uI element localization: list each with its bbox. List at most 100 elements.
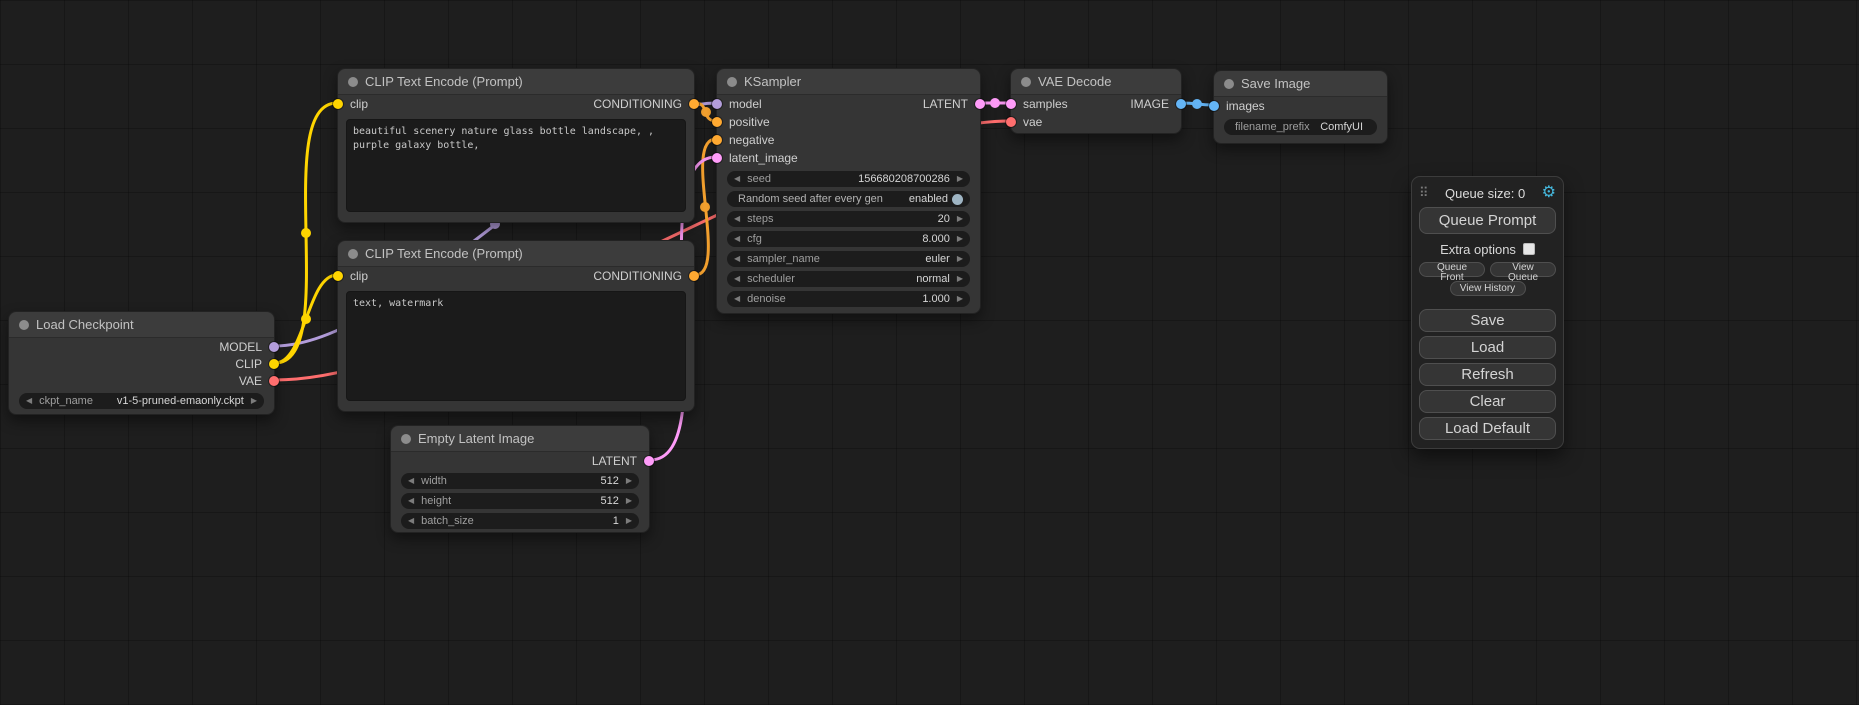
node-titlebar[interactable]: KSampler — [717, 69, 980, 95]
increment-arrow-icon[interactable]: ▶ — [957, 215, 963, 223]
node-clip-text-encode-positive[interactable]: CLIP Text Encode (Prompt) clip CONDITION… — [337, 68, 695, 223]
collapse-dot-icon[interactable] — [401, 434, 411, 444]
random-seed-toggle-widget[interactable]: Random seed after every gen enabled — [727, 191, 970, 207]
slot-row: images — [1214, 97, 1387, 115]
negative-input-slot[interactable] — [712, 135, 722, 145]
widget-value: 1.000 — [922, 293, 950, 305]
decrement-arrow-icon[interactable]: ◀ — [26, 397, 32, 405]
node-titlebar[interactable]: CLIP Text Encode (Prompt) — [338, 241, 694, 267]
collapse-dot-icon[interactable] — [727, 77, 737, 87]
view-queue-button[interactable]: View Queue — [1490, 262, 1556, 277]
link-clip-negative-midpoint-dot — [301, 314, 311, 324]
node-ksampler[interactable]: KSampler model LATENT positive negative … — [716, 68, 981, 314]
widget-value: 512 — [600, 495, 618, 507]
collapse-dot-icon[interactable] — [348, 77, 358, 87]
collapse-dot-icon[interactable] — [19, 320, 29, 330]
decrement-arrow-icon[interactable]: ◀ — [734, 295, 740, 303]
increment-arrow-icon[interactable]: ▶ — [626, 517, 632, 525]
positive-input-slot[interactable] — [712, 117, 722, 127]
node-title: CLIP Text Encode (Prompt) — [365, 74, 523, 89]
samples-input-slot[interactable] — [1006, 99, 1016, 109]
width-widget[interactable]: ◀ width 512 ▶ — [401, 473, 639, 489]
widget-label: filename_prefix — [1235, 121, 1310, 133]
increment-arrow-icon[interactable]: ▶ — [251, 397, 257, 405]
batch-size-widget[interactable]: ◀ batch_size 1 ▶ — [401, 513, 639, 529]
increment-arrow-icon[interactable]: ▶ — [957, 235, 963, 243]
queue-prompt-button[interactable]: Queue Prompt — [1419, 207, 1556, 234]
model-output-slot[interactable] — [269, 342, 279, 352]
clip-input-slot[interactable] — [333, 271, 343, 281]
vae-output-slot[interactable] — [269, 376, 279, 386]
node-titlebar[interactable]: Load Checkpoint — [9, 312, 274, 338]
widget-label: steps — [747, 213, 773, 225]
cfg-widget[interactable]: ◀ cfg 8.000 ▶ — [727, 231, 970, 247]
latent-output-slot[interactable] — [975, 99, 985, 109]
steps-widget[interactable]: ◀ steps 20 ▶ — [727, 211, 970, 227]
images-input-slot[interactable] — [1209, 101, 1219, 111]
node-vae-decode[interactable]: VAE Decode samples IMAGE vae — [1010, 68, 1182, 134]
denoise-widget[interactable]: ◀ denoise 1.000 ▶ — [727, 291, 970, 307]
decrement-arrow-icon[interactable]: ◀ — [734, 175, 740, 183]
collapse-dot-icon[interactable] — [1224, 79, 1234, 89]
widget-label: height — [421, 495, 451, 507]
increment-arrow-icon[interactable]: ▶ — [626, 497, 632, 505]
node-title: Empty Latent Image — [418, 431, 534, 446]
decrement-arrow-icon[interactable]: ◀ — [734, 255, 740, 263]
node-titlebar[interactable]: Empty Latent Image — [391, 426, 649, 452]
image-output-slot[interactable] — [1176, 99, 1186, 109]
slot-row: samples IMAGE — [1011, 95, 1181, 113]
node-empty-latent-image[interactable]: Empty Latent Image LATENT ◀ width 512 ▶ … — [390, 425, 650, 533]
node-titlebar[interactable]: CLIP Text Encode (Prompt) — [338, 69, 694, 95]
increment-arrow-icon[interactable]: ▶ — [957, 175, 963, 183]
increment-arrow-icon[interactable]: ▶ — [957, 295, 963, 303]
conditioning-output-slot[interactable] — [689, 99, 699, 109]
save-button[interactable]: Save — [1419, 309, 1556, 332]
load-default-button[interactable]: Load Default — [1419, 417, 1556, 440]
decrement-arrow-icon[interactable]: ◀ — [734, 215, 740, 223]
latent-output-slot[interactable] — [644, 456, 654, 466]
decrement-arrow-icon[interactable]: ◀ — [408, 517, 414, 525]
view-history-button[interactable]: View History — [1450, 281, 1526, 296]
vae-input-slot[interactable] — [1006, 117, 1016, 127]
node-clip-text-encode-negative[interactable]: CLIP Text Encode (Prompt) clip CONDITION… — [337, 240, 695, 412]
model-input-slot[interactable] — [712, 99, 722, 109]
clip-input-slot[interactable] — [333, 99, 343, 109]
node-save-image[interactable]: Save Image images filename_prefix ComfyU… — [1213, 70, 1388, 144]
positive-prompt-textarea[interactable]: beautiful scenery nature glass bottle la… — [346, 119, 686, 212]
clip-output-slot[interactable] — [269, 359, 279, 369]
toggle-knob[interactable] — [952, 194, 963, 205]
ckpt-name-widget[interactable]: ◀ ckpt_name v1-5-pruned-emaonly.ckpt ▶ — [19, 393, 264, 409]
sampler-name-widget[interactable]: ◀ sampler_name euler ▶ — [727, 251, 970, 267]
refresh-button[interactable]: Refresh — [1419, 363, 1556, 386]
conditioning-output-slot[interactable] — [689, 271, 699, 281]
clear-button[interactable]: Clear — [1419, 390, 1556, 413]
seed-widget[interactable]: ◀ seed 156680208700286 ▶ — [727, 171, 970, 187]
filename-prefix-widget[interactable]: filename_prefix ComfyUI — [1224, 119, 1377, 135]
settings-gear-icon[interactable]: ⚙ — [1542, 185, 1556, 201]
decrement-arrow-icon[interactable]: ◀ — [408, 497, 414, 505]
collapse-dot-icon[interactable] — [348, 249, 358, 259]
node-canvas[interactable]: Load Checkpoint MODEL CLIP VAE ◀ ckpt_na… — [0, 0, 1859, 705]
collapse-dot-icon[interactable] — [1021, 77, 1031, 87]
decrement-arrow-icon[interactable]: ◀ — [734, 235, 740, 243]
queue-front-button[interactable]: Queue Front — [1419, 262, 1485, 277]
widget-label: sampler_name — [747, 253, 820, 265]
scheduler-widget[interactable]: ◀ scheduler normal ▶ — [727, 271, 970, 287]
height-widget[interactable]: ◀ height 512 ▶ — [401, 493, 639, 509]
node-load-checkpoint[interactable]: Load Checkpoint MODEL CLIP VAE ◀ ckpt_na… — [8, 311, 275, 415]
view-history-row: View History — [1419, 281, 1556, 296]
load-button[interactable]: Load — [1419, 336, 1556, 359]
extra-options-checkbox[interactable] — [1523, 243, 1535, 255]
negative-prompt-textarea[interactable]: text, watermark — [346, 291, 686, 401]
decrement-arrow-icon[interactable]: ◀ — [734, 275, 740, 283]
decrement-arrow-icon[interactable]: ◀ — [408, 477, 414, 485]
increment-arrow-icon[interactable]: ▶ — [957, 275, 963, 283]
increment-arrow-icon[interactable]: ▶ — [957, 255, 963, 263]
latent-output-label: LATENT — [592, 454, 637, 468]
drag-handle-icon[interactable]: ⠿ — [1419, 185, 1429, 201]
increment-arrow-icon[interactable]: ▶ — [626, 477, 632, 485]
node-titlebar[interactable]: VAE Decode — [1011, 69, 1181, 95]
widget-value: normal — [916, 273, 950, 285]
node-titlebar[interactable]: Save Image — [1214, 71, 1387, 97]
latent-image-input-slot[interactable] — [712, 153, 722, 163]
